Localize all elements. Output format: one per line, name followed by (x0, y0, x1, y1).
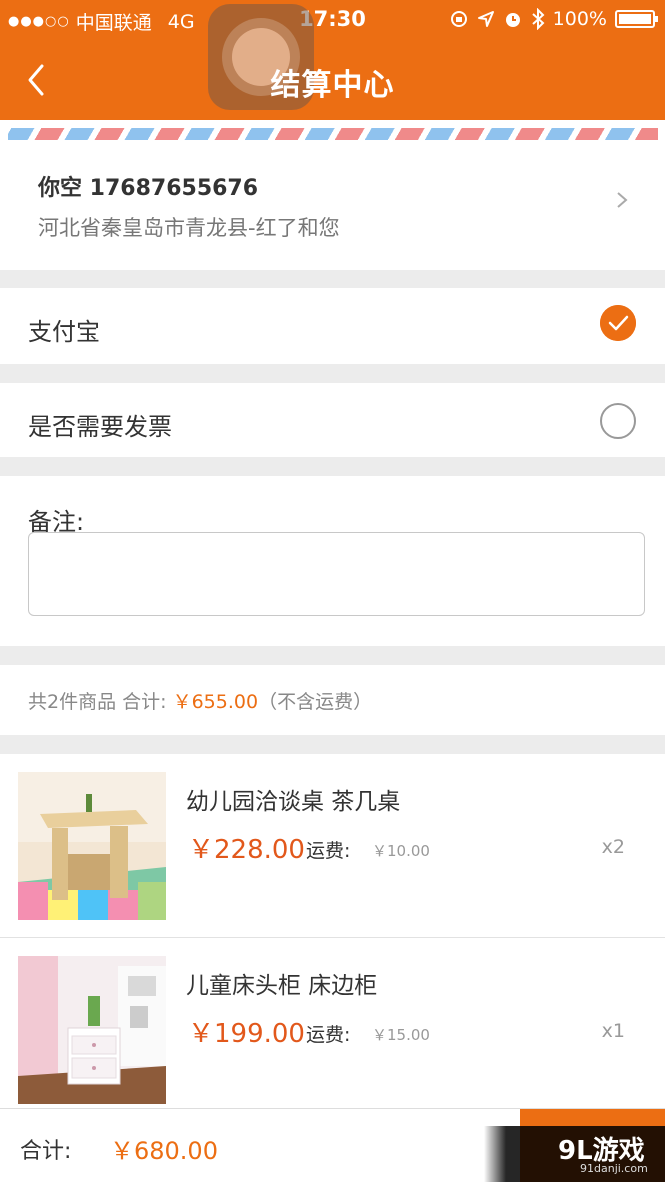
chevron-right-icon (617, 192, 628, 208)
recipient-name-phone: 你空 17687655676 (38, 176, 259, 201)
product-name: 幼儿园洽谈桌 茶几桌 (186, 789, 401, 815)
order-summary-text: 共2件商品 合计: ￥655.00（不含运费） (28, 687, 372, 714)
shipping-label: 运费: (306, 840, 351, 862)
remark-input[interactable] (28, 532, 645, 616)
product-quantity: x1 (601, 1020, 625, 1042)
product-image-table (18, 772, 166, 920)
product-image-nightstand (18, 956, 166, 1104)
invoice-row[interactable]: 是否需要发票 (0, 383, 665, 457)
summary-price: ￥655.00 (172, 691, 259, 713)
shipping-fee: ￥15.00 (372, 1026, 430, 1044)
product-price: ￥199.00 (188, 1019, 305, 1049)
battery-icon (615, 10, 658, 28)
status-right: 100% (449, 8, 658, 30)
airmail-stripe (8, 128, 658, 140)
checkmark-icon (600, 305, 636, 341)
payment-method-row[interactable]: 支付宝 (0, 288, 665, 364)
watermark-domain: 91danji.com (580, 1162, 648, 1175)
remark-section: 备注: (0, 476, 665, 646)
shipping-fee: ￥10.00 (372, 842, 430, 860)
bluetooth-icon (532, 8, 545, 30)
product-item[interactable]: 幼儿园洽谈桌 茶几桌 ￥228.00 运费: ￥10.00 x2 (0, 754, 665, 938)
address-envelope-border (0, 120, 665, 140)
shipping-label: 运费: (306, 1024, 351, 1046)
product-name: 儿童床头柜 床边柜 (186, 973, 378, 999)
summary-prefix: 共2件商品 合计: (28, 691, 173, 713)
invoice-checkbox[interactable] (600, 403, 636, 439)
product-item[interactable]: 儿童床头柜 床边柜 ￥199.00 运费: ￥15.00 x1 (0, 938, 665, 1108)
status-bar: ●●●○○ 中国联通 4G 17:30 100% (0, 0, 665, 38)
location-icon (477, 11, 494, 27)
battery-percent: 100% (552, 8, 607, 30)
invoice-label: 是否需要发票 (28, 413, 172, 441)
site-watermark: 9L游戏 91danji.com (484, 1126, 665, 1182)
shipping-address-card[interactable]: 你空 17687655676 河北省秦皇岛市青龙县-红了和您 (0, 140, 665, 270)
recipient-address: 河北省秦皇岛市青龙县-红了和您 (38, 216, 340, 240)
alarm-icon (505, 13, 520, 27)
rotation-lock-icon (450, 11, 467, 27)
order-summary-row: 共2件商品 合计: ￥655.00（不含运费） (0, 665, 665, 735)
product-price: ￥228.00 (188, 835, 305, 865)
total-label: 合计: (20, 1139, 72, 1164)
summary-suffix: （不含运费） (258, 691, 373, 713)
total-amount: ￥680.00 (110, 1137, 218, 1165)
page-title: 结算中心 (270, 68, 395, 103)
product-quantity: x2 (601, 836, 625, 858)
nav-header: ●●●○○ 中国联通 4G 17:30 100% 结算中心 (0, 0, 665, 120)
payment-method-label: 支付宝 (28, 318, 100, 346)
